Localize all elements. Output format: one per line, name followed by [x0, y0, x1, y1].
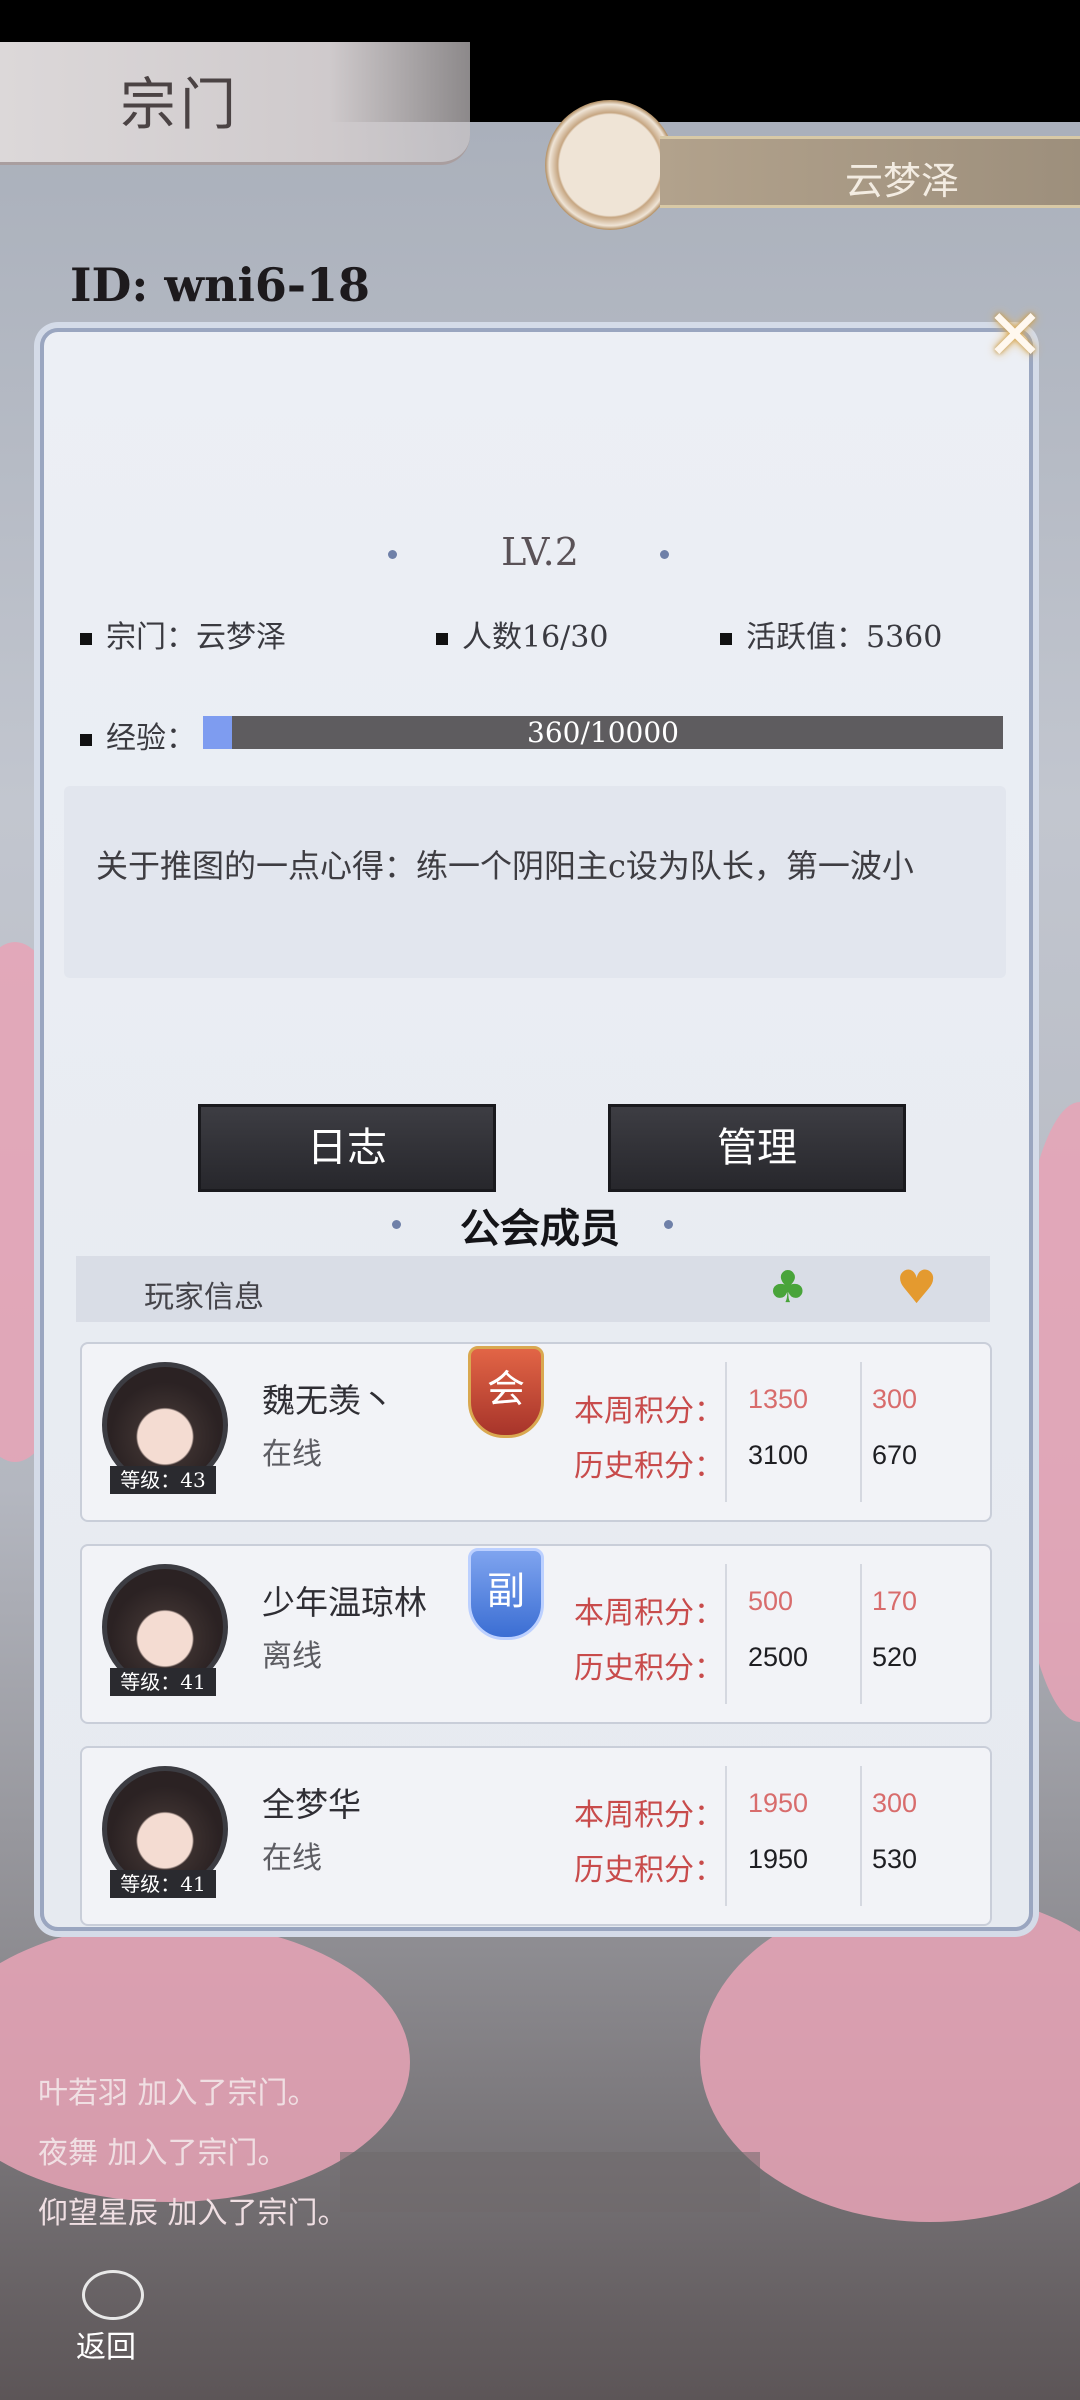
divider: [860, 1766, 862, 1906]
week-score-label: 本周积分：: [574, 1798, 724, 1833]
history-score-1: 3100: [748, 1440, 809, 1470]
fence: [340, 2152, 760, 2212]
week-score-1: 1350: [748, 1384, 809, 1414]
event-log-line: 叶若羽 加入了宗门。: [38, 2076, 318, 2111]
vice-leader-badge-icon: 副: [468, 1548, 544, 1640]
member-status: 在线: [262, 1437, 322, 1472]
divider: [725, 1564, 727, 1704]
leader-badge-icon: 会: [468, 1346, 544, 1438]
history-score-2: 530: [872, 1844, 918, 1874]
divider: [860, 1564, 862, 1704]
divider: [725, 1362, 727, 1502]
guild-emblem-icon: [545, 100, 675, 230]
exp-progress-bar: 360/10000: [203, 716, 1003, 749]
member-name: 少年温琼林: [262, 1583, 427, 1622]
divider: [860, 1362, 862, 1502]
close-icon[interactable]: ✕: [980, 300, 1050, 370]
info-activity: 活跃值：5360: [720, 612, 942, 656]
bullet-icon: [80, 633, 92, 645]
page-title: 宗门: [120, 73, 240, 138]
heart-icon: ♥: [896, 1260, 938, 1314]
member-name: 魏无羡丶: [262, 1381, 394, 1420]
info-members: 人数16/30: [436, 612, 608, 656]
back-icon[interactable]: [82, 2270, 144, 2320]
member-level: 等级：41: [110, 1870, 216, 1898]
week-score-1: 1950: [748, 1788, 809, 1818]
member-status: 在线: [262, 1841, 322, 1876]
info-members-text: 人数16/30: [462, 620, 609, 655]
exp-label: 经验：: [80, 713, 196, 757]
member-row[interactable]: 等级：41 全梦华 在线 本周积分： 历史积分： 1950 300 1950 5…: [80, 1746, 992, 1926]
guild-name: 云梦泽: [845, 159, 960, 203]
exp-progress-text: 360/10000: [527, 716, 679, 749]
manage-button[interactable]: 管理: [608, 1104, 906, 1192]
back-button[interactable]: 返回: [76, 2322, 136, 2366]
bullet-icon: [436, 633, 448, 645]
bullet-icon: [720, 633, 732, 645]
gourd-icon: ♣: [768, 1262, 808, 1313]
guild-id: ID: wni6-18: [70, 258, 371, 312]
event-log-line: 仰望星辰 加入了宗门。: [38, 2196, 348, 2231]
history-score-2: 520: [872, 1642, 918, 1672]
members-table-header: 玩家信息 ♣ ♥: [76, 1256, 990, 1322]
member-status: 离线: [262, 1639, 322, 1674]
history-score-label: 历史积分：: [574, 1449, 724, 1484]
history-score-1: 1950: [748, 1844, 809, 1874]
history-score-label: 历史积分：: [574, 1651, 724, 1686]
player-info-label: 玩家信息: [144, 1280, 264, 1315]
info-activity-text: 活跃值：5360: [746, 620, 943, 655]
member-row[interactable]: 等级：43 魏无羡丶 在线 会 本周积分： 历史积分： 1350 300 310…: [80, 1342, 992, 1522]
bullet-icon: [80, 734, 92, 746]
guild-notice-text: 关于推图的一点心得：练一个阴阳主c设为队长，第一波小: [96, 847, 914, 885]
member-level: 等级：41: [110, 1668, 216, 1696]
week-score-1: 500: [748, 1586, 794, 1616]
week-score-label: 本周积分：: [574, 1394, 724, 1429]
member-level: 等级：43: [110, 1466, 216, 1494]
history-score-2: 670: [872, 1440, 918, 1470]
member-name: 全梦华: [262, 1785, 361, 1824]
week-score-2: 170: [872, 1586, 918, 1616]
history-score-1: 2500: [748, 1642, 809, 1672]
divider: [725, 1766, 727, 1906]
guild-notice: 关于推图的一点心得：练一个阴阳主c设为队长，第一波小: [64, 786, 1006, 978]
history-score-label: 历史积分：: [574, 1853, 724, 1888]
info-sect-text: 宗门：云梦泽: [106, 620, 286, 655]
event-log-line: 夜舞 加入了宗门。: [38, 2136, 288, 2171]
week-score-2: 300: [872, 1384, 918, 1414]
members-title: 公会成员: [460, 1205, 620, 1252]
guild-level: LV.2: [501, 530, 579, 574]
log-button[interactable]: 日志: [198, 1104, 496, 1192]
week-score-2: 300: [872, 1788, 918, 1818]
exp-label-text: 经验：: [106, 721, 196, 756]
member-row[interactable]: 等级：41 少年温琼林 离线 副 本周积分： 历史积分： 500 170 250…: [80, 1544, 992, 1724]
week-score-label: 本周积分：: [574, 1596, 724, 1631]
info-sect: 宗门：云梦泽: [80, 612, 286, 656]
